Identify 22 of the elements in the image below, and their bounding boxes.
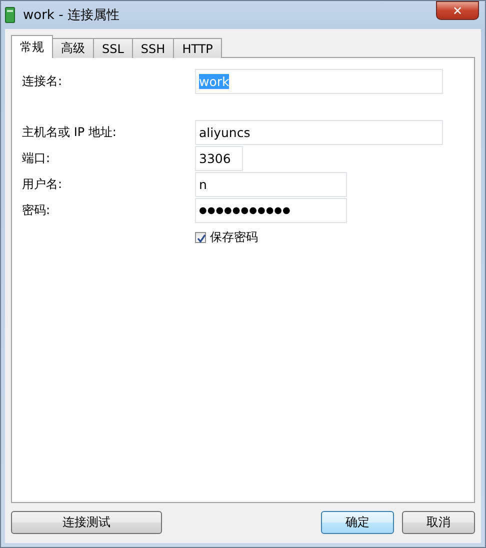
tab[interactable]: SSH <box>132 38 174 58</box>
field-label: 端口: <box>21 150 52 167</box>
text-field[interactable]: aliyuncs <box>195 120 443 145</box>
close-button[interactable]: ✕ <box>436 1 479 20</box>
tab[interactable]: SSL <box>93 38 133 58</box>
cancel-button[interactable]: 取消 <box>402 511 475 534</box>
window-title: work - 连接属性 <box>23 7 120 24</box>
tab[interactable]: 常规 <box>11 35 53 58</box>
text-field[interactable]: ●●●●●●●●●●● <box>195 198 347 223</box>
checkbox-label: 保存密码 <box>210 229 258 246</box>
tab[interactable]: 高级 <box>52 38 94 58</box>
field-label: 主机名或 IP 地址: <box>21 124 118 141</box>
field-label: 连接名: <box>21 73 64 90</box>
ok-button[interactable]: 确定 <box>321 511 394 534</box>
text-field[interactable]: n <box>195 172 347 197</box>
checkbox[interactable] <box>195 232 206 243</box>
tab[interactable]: HTTP <box>173 38 222 58</box>
test-connection-button[interactable]: 连接测试 <box>11 511 162 534</box>
app-icon <box>5 7 15 23</box>
text-field[interactable]: 3306 <box>195 146 243 171</box>
field-label: 密码: <box>21 202 52 219</box>
field-label: 用户名: <box>21 176 64 193</box>
